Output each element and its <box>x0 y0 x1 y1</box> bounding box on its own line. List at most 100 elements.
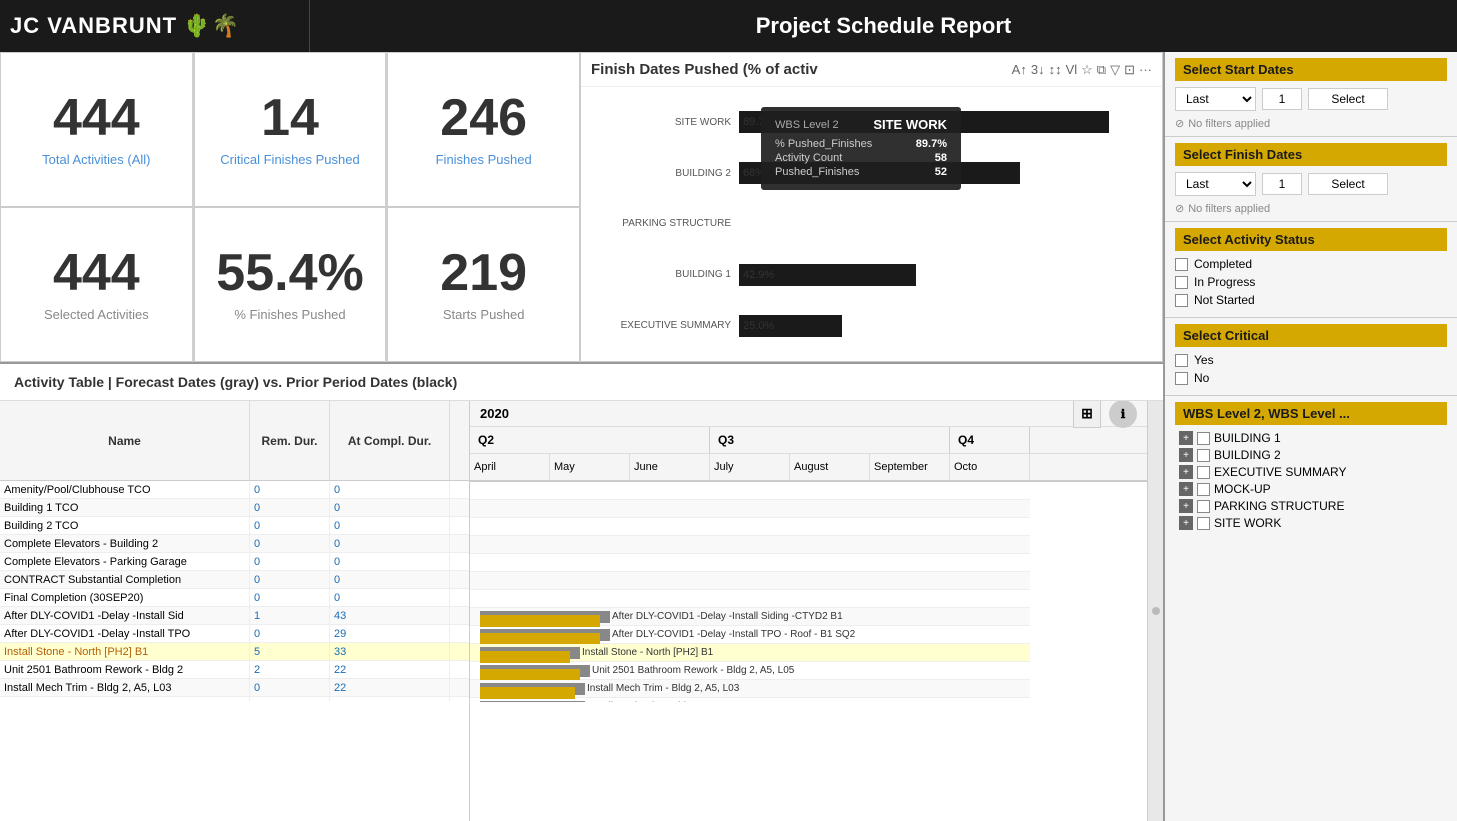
critical-title: Select Critical <box>1175 324 1447 347</box>
cell-compl: 0 <box>330 517 450 534</box>
table-row[interactable]: Install Stone - North [PH2] B1533 <box>0 643 469 661</box>
table-row[interactable]: Complete Elevators - Building 200 <box>0 535 469 553</box>
cell-name: Building 2 TCO <box>0 517 250 534</box>
critical-no-checkbox[interactable] <box>1175 372 1188 385</box>
chart-type-icon[interactable]: Vl <box>1066 62 1078 77</box>
wbs-item-label: MOCK-UP <box>1214 482 1271 496</box>
start-dates-title: Select Start Dates <box>1175 58 1447 81</box>
finish-dates-period-dropdown[interactable]: LastNextBetween <box>1175 172 1256 196</box>
tooltip-pushed: 52 <box>935 166 947 178</box>
cell-name: Complete Elevators - Building 2 <box>0 535 250 552</box>
wbs-expand-button[interactable]: + <box>1179 516 1193 530</box>
start-dates-period-dropdown[interactable]: LastNextBetween <box>1175 87 1256 111</box>
gantt-q3: Q3 <box>710 427 950 453</box>
wbs-expand-button[interactable]: + <box>1179 431 1193 445</box>
wbs-expand-button[interactable]: + <box>1179 448 1193 462</box>
gantt-row: Install Mech Trim - Bldg 2, A5, L05 <box>470 698 1030 702</box>
table-row[interactable]: After DLY-COVID1 -Delay -Install TPO029 <box>0 625 469 643</box>
bar-label: EXECUTIVE SUMMARY <box>591 320 731 331</box>
gantt-row <box>470 536 1030 554</box>
wbs-item-label: PARKING STRUCTURE <box>1214 499 1344 513</box>
expand-icon[interactable]: ⊡ <box>1124 62 1135 78</box>
wbs-expand-button[interactable]: + <box>1179 482 1193 496</box>
wbs-item-label: EXECUTIVE SUMMARY <box>1214 465 1346 479</box>
critical-yes-checkbox[interactable] <box>1175 354 1188 367</box>
activity-table-title: Activity Table | Forecast Dates (gray) v… <box>0 364 1163 401</box>
table-row[interactable]: Amenity/Pool/Clubhouse TCO00 <box>0 481 469 499</box>
start-dates-select-button[interactable]: Select <box>1308 88 1388 110</box>
cell-name: Install Stone - North [PH2] B1 <box>0 643 250 660</box>
logo: JC VANBRUNT 🌵🌴 <box>10 13 240 39</box>
kpi-starts-number: 219 <box>440 247 527 299</box>
kpi-total-activities-label: Total Activities (All) <box>42 152 150 167</box>
gantt-month-june: June <box>630 454 710 480</box>
cell-compl: 0 <box>330 535 450 552</box>
gantt-row: After DLY-COVID1 -Delay -Install Siding … <box>470 608 1030 626</box>
wbs-expand-button[interactable]: + <box>1179 465 1193 479</box>
critical-filter: Select Critical Yes No <box>1165 318 1457 396</box>
wbs-checkbox[interactable] <box>1197 432 1210 445</box>
more-icon[interactable]: ··· <box>1139 62 1152 77</box>
chart-bar-row: BUILDING 142.9% <box>591 264 1152 286</box>
status-inprogress-checkbox[interactable] <box>1175 276 1188 289</box>
star-icon[interactable]: ☆ <box>1081 62 1093 78</box>
bar-label: PARKING STRUCTURE <box>591 218 731 229</box>
gantt-month-july: July <box>710 454 790 480</box>
grid-view-icon[interactable]: ⊞ <box>1073 401 1101 428</box>
gantt-q2: Q2 <box>470 427 710 453</box>
finish-dates-value-input[interactable] <box>1262 173 1302 195</box>
wbs-item: +SITE WORK <box>1175 516 1447 530</box>
cell-name: Install Mech Trim - Bldg 2, A5, L03 <box>0 679 250 696</box>
wbs-checkbox[interactable] <box>1197 517 1210 530</box>
start-dates-value-input[interactable] <box>1262 88 1302 110</box>
chart-toolbar: A↑ 3↓ ↕↕ Vl ☆ ⧉ ▽ ⊡ ··· <box>1012 62 1152 78</box>
table-row[interactable]: Final Completion (30SEP20)00 <box>0 589 469 607</box>
cell-name: Amenity/Pool/Clubhouse TCO <box>0 481 250 498</box>
status-completed-row: Completed <box>1175 257 1447 271</box>
wbs-checkbox[interactable] <box>1197 483 1210 496</box>
cell-compl: 0 <box>330 553 450 570</box>
info-icon[interactable]: ℹ <box>1109 401 1137 428</box>
sort-za-icon[interactable]: 3↓ <box>1031 62 1045 77</box>
cell-compl: 21 <box>330 697 450 701</box>
bar-value-label: 42.9% <box>743 269 774 281</box>
gantt-month-row: April May June July August September Oct… <box>470 454 1147 481</box>
wbs-checkbox[interactable] <box>1197 500 1210 513</box>
main-container: 444 Total Activities (All) 14 Critical F… <box>0 52 1457 821</box>
chart-body: SITE WORK89.7%BUILDING 268%PARKING STRUC… <box>581 87 1162 361</box>
kpi-starts-label: Starts Pushed <box>443 307 525 322</box>
page-title: Project Schedule Report <box>310 13 1457 39</box>
filter-icon[interactable]: ▽ <box>1110 62 1120 78</box>
table-row[interactable]: CONTRACT Substantial Completion00 <box>0 571 469 589</box>
status-completed-checkbox[interactable] <box>1175 258 1188 271</box>
cell-compl: 43 <box>330 607 450 624</box>
table-row[interactable]: Install Mech Trim - Bldg 2, A5, L03022 <box>0 679 469 697</box>
gantt-month-sep: September <box>870 454 950 480</box>
gantt-row <box>470 590 1030 608</box>
status-notstarted-row: Not Started <box>1175 293 1447 307</box>
tooltip-count-row: Activity Count 58 <box>775 152 947 164</box>
status-notstarted-checkbox[interactable] <box>1175 294 1188 307</box>
bar-container <box>739 213 1152 235</box>
table-row[interactable]: Install Mech Trim - Bldg 2, A5, L05021 <box>0 697 469 701</box>
logo-icon: 🌵🌴 <box>183 13 240 39</box>
table-row[interactable]: Complete Elevators - Parking Garage00 <box>0 553 469 571</box>
cell-compl: 22 <box>330 661 450 678</box>
wbs-checkbox[interactable] <box>1197 449 1210 462</box>
gantt-month-oct: Octo <box>950 454 1030 480</box>
copy-icon[interactable]: ⧉ <box>1097 62 1106 78</box>
wbs-expand-button[interactable]: + <box>1179 499 1193 513</box>
cell-rem: 2 <box>250 661 330 678</box>
critical-yes-row: Yes <box>1175 353 1447 367</box>
sort-az-icon[interactable]: A↑ <box>1012 62 1027 77</box>
table-row[interactable]: Building 1 TCO00 <box>0 499 469 517</box>
table-row[interactable]: After DLY-COVID1 -Delay -Install Sid143 <box>0 607 469 625</box>
wbs-checkbox[interactable] <box>1197 466 1210 479</box>
table-row[interactable]: Unit 2501 Bathroom Rework - Bldg 2222 <box>0 661 469 679</box>
table-row[interactable]: Building 2 TCO00 <box>0 517 469 535</box>
finish-dates-select-button[interactable]: Select <box>1308 173 1388 195</box>
status-inprogress-label: In Progress <box>1194 275 1255 289</box>
col-header-rem: Rem. Dur. <box>250 401 330 480</box>
sort-num-icon[interactable]: ↕↕ <box>1049 62 1062 77</box>
gantt-month-aug: August <box>790 454 870 480</box>
